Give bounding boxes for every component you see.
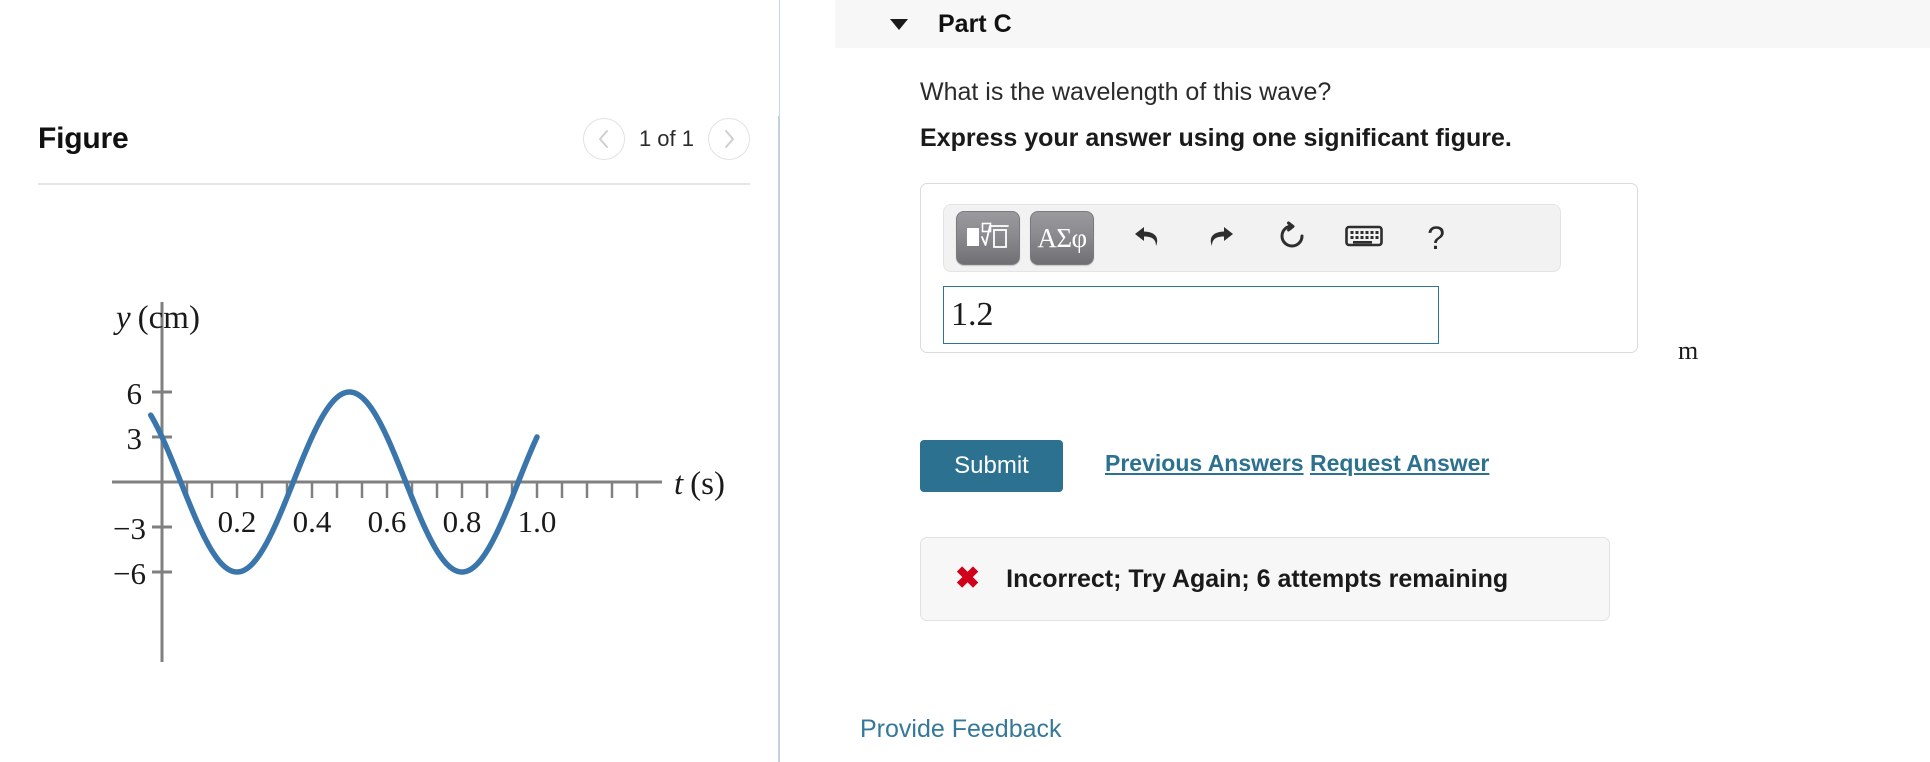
redo-icon xyxy=(1203,221,1237,256)
svg-text:0.6: 0.6 xyxy=(368,504,407,539)
provide-feedback-link[interactable]: Provide Feedback xyxy=(860,715,1062,744)
svg-text:−3: −3 xyxy=(113,511,146,546)
reset-button[interactable] xyxy=(1264,211,1320,265)
reset-icon xyxy=(1276,220,1308,257)
chevron-left-icon xyxy=(596,127,612,151)
answer-entry-box: ΑΣφ ? 1.2 xyxy=(920,183,1638,353)
instruction-text: Express your answer using one significan… xyxy=(920,124,1512,152)
page-title: Figure xyxy=(38,122,129,155)
feedback-message: Incorrect; Try Again; 6 attempts remaini… xyxy=(1006,564,1509,593)
undo-icon xyxy=(1131,221,1165,256)
keyboard-icon xyxy=(1345,223,1383,254)
chevron-right-icon xyxy=(721,127,737,151)
figure-prev-button[interactable] xyxy=(582,118,625,160)
part-label: Part C xyxy=(938,9,1012,38)
wave-graph-svg: y (cm) t (s) 6 3 −3 −6 0.2 0.4 0.6 0.8 1… xyxy=(112,300,725,662)
greek-symbols-button[interactable]: ΑΣφ xyxy=(1030,211,1094,265)
svg-text:0.4: 0.4 xyxy=(293,504,332,539)
svg-text:6: 6 xyxy=(127,376,143,411)
part-header[interactable]: Part C xyxy=(835,0,1930,48)
question-mark-icon: ? xyxy=(1427,219,1445,256)
math-template-button[interactable] xyxy=(956,211,1020,265)
svg-text:−6: −6 xyxy=(113,556,146,591)
figure-navigation: 1 of 1 xyxy=(582,118,750,160)
figure-counter: 1 of 1 xyxy=(638,126,694,151)
error-x-icon: ✖ xyxy=(955,562,981,595)
answer-value: 1.2 xyxy=(951,296,994,333)
question-panel: Part C What is the wavelength of this wa… xyxy=(780,0,1930,762)
help-button[interactable]: ? xyxy=(1408,211,1464,265)
feedback-banner: ✖ Incorrect; Try Again; 6 attempts remai… xyxy=(920,537,1610,621)
request-answer-link[interactable]: Request Answer xyxy=(1310,450,1489,477)
figure-header-divider xyxy=(38,183,750,185)
figure-panel: Figure 1 of 1 y (cm) t (s) 6 3 −3 −6 0.2… xyxy=(0,0,780,762)
svg-text:1.0: 1.0 xyxy=(518,504,557,539)
svg-text:3: 3 xyxy=(127,421,143,456)
previous-answers-link[interactable]: Previous Answers xyxy=(1105,450,1304,477)
submit-button[interactable]: Submit xyxy=(920,440,1063,492)
greek-letters-label: ΑΣφ xyxy=(1037,222,1087,253)
answer-unit-label: m xyxy=(1678,336,1699,365)
question-text: What is the wavelength of this wave? xyxy=(920,78,1332,106)
redo-button[interactable] xyxy=(1192,211,1248,265)
y-axis-label: y (cm) xyxy=(113,300,200,336)
svg-text:0.2: 0.2 xyxy=(218,504,257,539)
wave-graph: y (cm) t (s) 6 3 −3 −6 0.2 0.4 0.6 0.8 1… xyxy=(34,280,754,680)
keyboard-button[interactable] xyxy=(1336,211,1392,265)
caret-down-icon[interactable] xyxy=(890,18,908,30)
math-template-icon xyxy=(966,221,1010,256)
page-root: Figure 1 of 1 y (cm) t (s) 6 3 −3 −6 0.2… xyxy=(0,0,1930,762)
figure-header: Figure 1 of 1 xyxy=(38,118,750,160)
undo-button[interactable] xyxy=(1120,211,1176,265)
figure-next-button[interactable] xyxy=(708,118,750,160)
svg-text:0.8: 0.8 xyxy=(443,504,482,539)
math-toolbar: ΑΣφ ? xyxy=(943,204,1561,272)
answer-input[interactable]: 1.2 xyxy=(943,286,1439,344)
x-axis-label: t (s) xyxy=(674,466,725,502)
